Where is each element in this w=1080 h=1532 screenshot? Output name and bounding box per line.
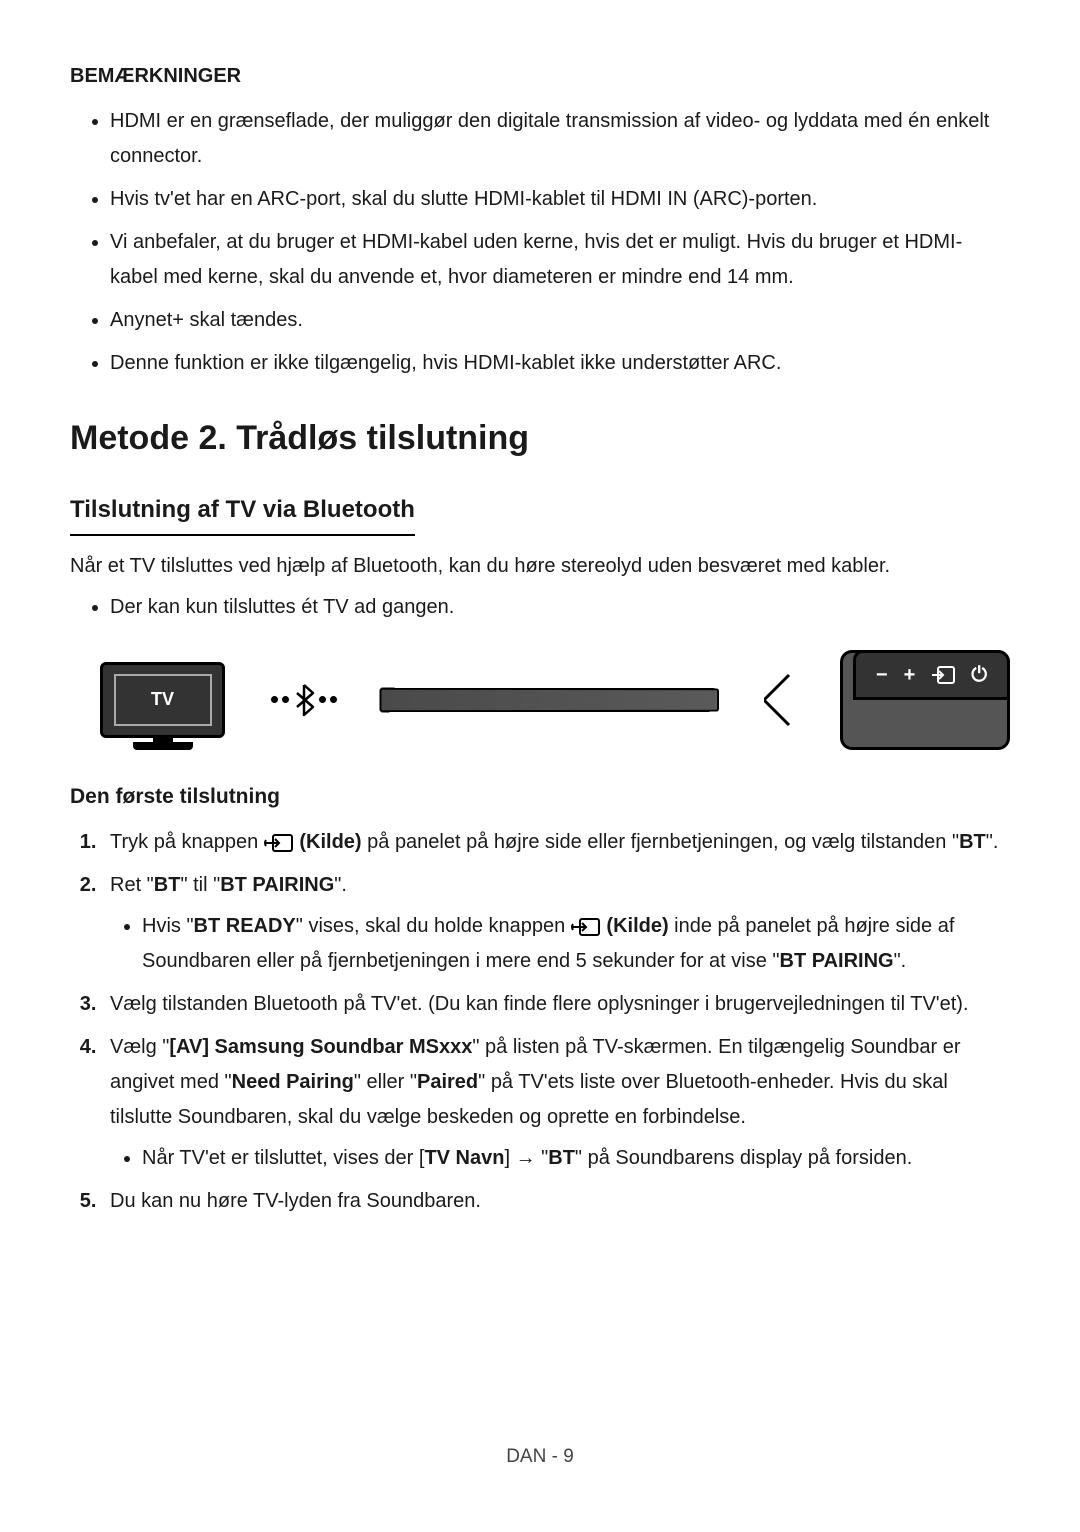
step-text: Ret " [110, 874, 154, 896]
step-text: ". [334, 874, 347, 896]
step-text: ". [986, 831, 999, 853]
minus-icon: − [876, 659, 888, 691]
step-text: Når TV'et er tilsluttet, vises der [ [142, 1147, 424, 1169]
notes-item: Hvis tv'et har en ARC-port, skal du slut… [110, 182, 1010, 217]
needpairing-label: Need Pairing [232, 1071, 354, 1093]
intro-bullet-item: Der kan kun tilsluttes ét TV ad gangen. [110, 590, 1010, 625]
subsection-title: Tilslutning af TV via Bluetooth [70, 491, 415, 535]
kilde-label: (Kilde) [606, 915, 668, 937]
section-title: Metode 2. Trådløs tilslutning [70, 411, 1010, 465]
bluetooth-signal-icon [271, 683, 337, 717]
step-text: Hvis " [142, 915, 194, 937]
steps-heading: Den første tilslutning [70, 780, 1010, 814]
notes-item: Denne funktion er ikke tilgængelig, hvis… [110, 346, 1010, 381]
source-icon [931, 666, 955, 684]
power-icon: ⏻ [971, 659, 987, 691]
av-label: [AV] Samsung Soundbar MSxxx [169, 1036, 472, 1058]
paired-label: Paired [417, 1071, 478, 1093]
btpairing-label: BT PAIRING [780, 950, 894, 972]
bluetooth-icon [293, 683, 315, 717]
step-text: ] → " [504, 1147, 548, 1169]
step-item: Ret "BT" til "BT PAIRING". Hvis "BT READ… [102, 868, 1010, 979]
tvnavn-label: TV Navn [424, 1147, 504, 1169]
page-footer: DAN - 9 [506, 1442, 574, 1472]
soundbar-icon [379, 688, 719, 713]
notes-item: Vi anbefaler, at du bruger et HDMI-kabel… [110, 225, 1010, 295]
plus-icon: + [904, 659, 916, 691]
tv-stand-icon [133, 742, 193, 750]
tv-label: TV [114, 674, 212, 726]
substep-item: Hvis "BT READY" vises, skal du holde kna… [142, 909, 1010, 979]
intro-text: Når et TV tilsluttes ved hjælp af Blueto… [70, 550, 1010, 582]
control-panel-icon: − + ⏻ [840, 650, 1010, 750]
source-icon [571, 917, 601, 937]
bt-label: BT [154, 874, 181, 896]
step-text: " til " [180, 874, 220, 896]
notes-item: Anynet+ skal tændes. [110, 303, 1010, 338]
bt-label: BT [548, 1147, 575, 1169]
step-text: " vises, skal du holde knappen [296, 915, 571, 937]
source-icon [264, 833, 294, 853]
steps-list: Tryk på knappen (Kilde) på panelet på hø… [70, 825, 1010, 1219]
step-text: Vælg " [110, 1036, 169, 1058]
step-text: ". [894, 950, 907, 972]
step-item: Tryk på knappen (Kilde) på panelet på hø… [102, 825, 1010, 860]
notes-item: HDMI er en grænseflade, der muliggør den… [110, 104, 1010, 174]
step-item: Vælg tilstanden Bluetooth på TV'et. (Du … [102, 987, 1010, 1022]
tv-icon: TV [100, 662, 225, 738]
step-item: Vælg "[AV] Samsung Soundbar MSxxx" på li… [102, 1030, 1010, 1176]
btready-label: BT READY [194, 915, 296, 937]
notes-list: HDMI er en grænseflade, der muliggør den… [70, 104, 1010, 381]
intro-bullets: Der kan kun tilsluttes ét TV ad gangen. [70, 590, 1010, 625]
substep-item: Når TV'et er tilsluttet, vises der [TV N… [142, 1141, 1010, 1176]
step-text: Tryk på knappen [110, 831, 264, 853]
step-text: på panelet på højre side eller fjernbetj… [362, 831, 959, 853]
connector-line-icon [764, 670, 794, 730]
connection-diagram: TV − + ⏻ [100, 650, 1010, 750]
btpairing-label: BT PAIRING [220, 874, 334, 896]
bt-label: BT [959, 831, 986, 853]
kilde-label: (Kilde) [299, 831, 361, 853]
step-text: " eller " [354, 1071, 417, 1093]
step-item: Du kan nu høre TV-lyden fra Soundbaren. [102, 1184, 1010, 1219]
notes-heading: BEMÆRKNINGER [70, 60, 1010, 92]
step-text: " på Soundbarens display på forsiden. [575, 1147, 912, 1169]
